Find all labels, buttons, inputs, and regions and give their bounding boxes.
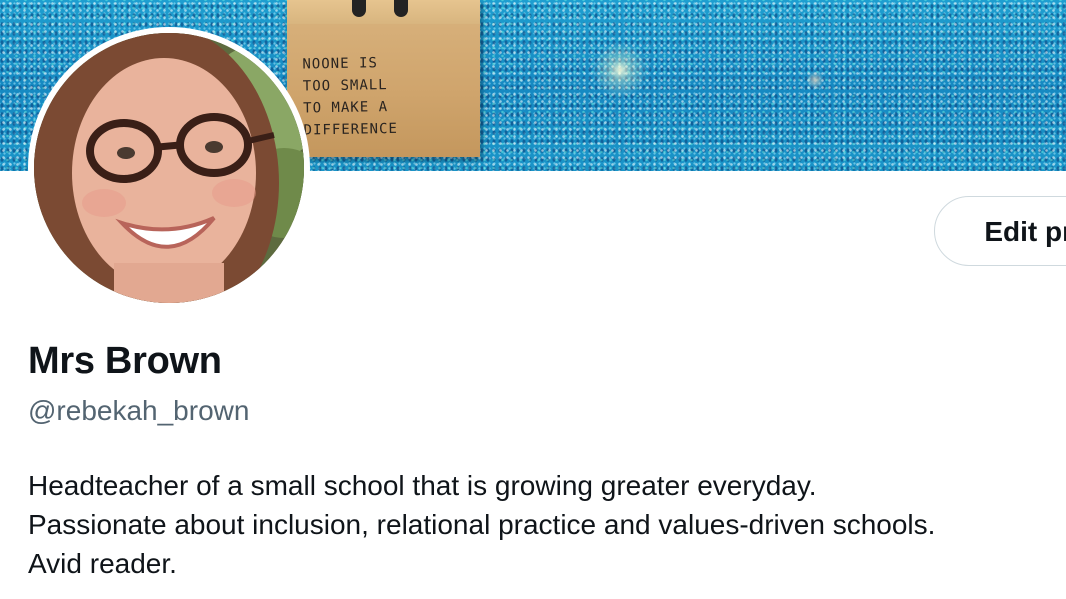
profile-page: NOONE ISTOO SMALLTO MAKE ADIFFERENCE	[0, 0, 1066, 599]
bio-line: Passionate about inclusion, relational p…	[28, 509, 936, 540]
profile-bio: Headteacher of a small school that is gr…	[28, 466, 1058, 583]
user-handle: @rebekah_brown	[28, 395, 250, 426]
banner-figure-feet	[350, 0, 420, 20]
bio-line: Avid reader.	[28, 548, 177, 579]
avatar[interactable]	[28, 27, 310, 309]
edit-profile-button[interactable]: Edit profile	[934, 196, 1066, 266]
avatar-photo	[34, 33, 304, 303]
banner-sign-text: NOONE IS TOO SMALL TO MAKE A DIFFERENCE	[302, 55, 399, 139]
bio-line: Headteacher of a small school that is gr…	[28, 470, 817, 501]
banner-sign: NOONE IS TOO SMALL TO MAKE A DIFFERENCE	[287, 0, 480, 157]
avatar-portrait-graphic	[34, 33, 304, 303]
display-name: Mrs Brown	[28, 340, 222, 382]
